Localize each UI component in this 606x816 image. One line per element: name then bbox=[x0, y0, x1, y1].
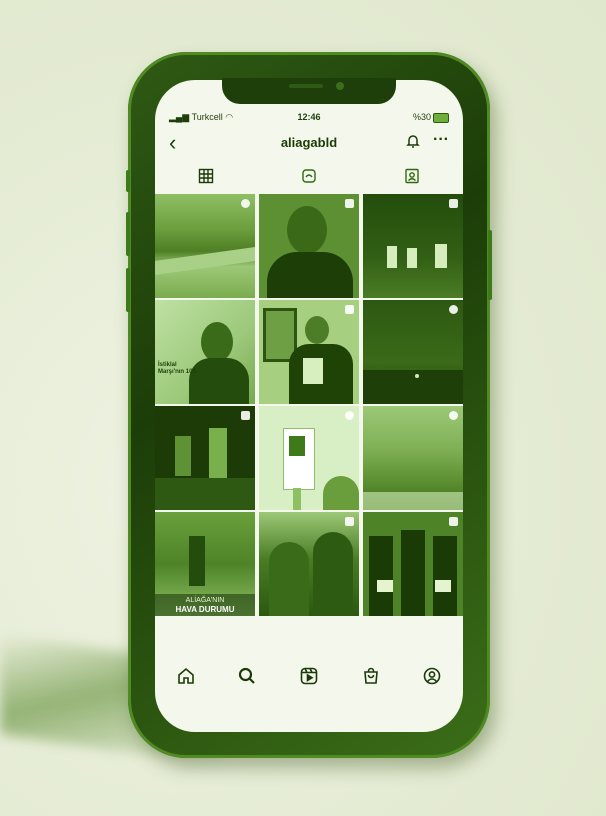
phone-speaker bbox=[289, 84, 323, 88]
profile-header: ‹ aliagabld ··· bbox=[155, 130, 463, 158]
nav-profile[interactable] bbox=[422, 666, 442, 691]
reel-badge-icon bbox=[449, 305, 458, 314]
grid-post[interactable]: ALİAĞA'NIN HAVA DURUMU bbox=[155, 512, 255, 616]
carousel-badge-icon bbox=[449, 517, 458, 526]
grid-post[interactable]: İstiklal Marşı'nın 100. bbox=[155, 300, 255, 404]
carousel-badge-icon bbox=[345, 305, 354, 314]
post-caption: ALİAĞA'NIN HAVA DURUMU bbox=[155, 594, 255, 616]
battery-indicator: %30 bbox=[413, 112, 449, 123]
carousel-badge-icon bbox=[345, 517, 354, 526]
battery-icon bbox=[433, 112, 449, 123]
grid-post[interactable] bbox=[155, 406, 255, 510]
reel-badge-icon bbox=[449, 411, 458, 420]
profile-icon bbox=[423, 667, 441, 684]
post-caption-text: İstiklal Marşı'nın 100. bbox=[158, 362, 198, 375]
volume-up-button bbox=[126, 212, 130, 256]
nav-reels[interactable] bbox=[299, 666, 319, 691]
tab-reels[interactable] bbox=[258, 164, 360, 188]
phone-notch bbox=[222, 78, 396, 104]
grid-post[interactable] bbox=[363, 512, 463, 616]
reels-icon bbox=[300, 667, 318, 684]
profile-tabs bbox=[155, 164, 463, 188]
phone-screen: ▂▄▆ Turkcell ◠ 12:46 %30 ‹ aliagabld ··· bbox=[155, 80, 463, 732]
nav-search[interactable] bbox=[237, 666, 257, 691]
carousel-badge-icon bbox=[449, 199, 458, 208]
power-button bbox=[488, 230, 492, 300]
reels-icon bbox=[302, 169, 316, 183]
shop-bag-icon bbox=[363, 667, 378, 684]
grid-icon bbox=[198, 168, 214, 184]
more-icon[interactable]: ··· bbox=[433, 131, 449, 149]
grid-post[interactable] bbox=[363, 300, 463, 404]
nav-shop[interactable] bbox=[361, 666, 381, 691]
tagged-icon bbox=[405, 168, 419, 184]
grid-post[interactable] bbox=[155, 194, 255, 298]
bell-icon[interactable] bbox=[405, 133, 421, 154]
grid-post[interactable] bbox=[259, 406, 359, 510]
status-bar: ▂▄▆ Turkcell ◠ 12:46 %30 bbox=[155, 110, 463, 128]
reel-badge-icon bbox=[345, 411, 354, 420]
volume-down-button bbox=[126, 268, 130, 312]
grid-post[interactable] bbox=[363, 406, 463, 510]
carousel-badge-icon bbox=[241, 411, 250, 420]
grid-post[interactable] bbox=[259, 194, 359, 298]
search-icon bbox=[239, 667, 256, 684]
post-grid: İstiklal Marşı'nın 100. ALİAĞA'NIN HAVA … bbox=[155, 194, 463, 642]
grid-post[interactable] bbox=[259, 512, 359, 616]
front-camera bbox=[336, 82, 344, 90]
grid-post[interactable] bbox=[259, 300, 359, 404]
reel-badge-icon bbox=[241, 199, 250, 208]
tab-grid[interactable] bbox=[155, 164, 257, 188]
tab-tagged[interactable] bbox=[361, 164, 463, 188]
bottom-navigation bbox=[155, 658, 463, 698]
home-icon bbox=[177, 667, 194, 684]
nav-home[interactable] bbox=[176, 666, 196, 691]
silent-switch bbox=[126, 170, 130, 192]
grid-post[interactable] bbox=[363, 194, 463, 298]
carousel-badge-icon bbox=[345, 199, 354, 208]
